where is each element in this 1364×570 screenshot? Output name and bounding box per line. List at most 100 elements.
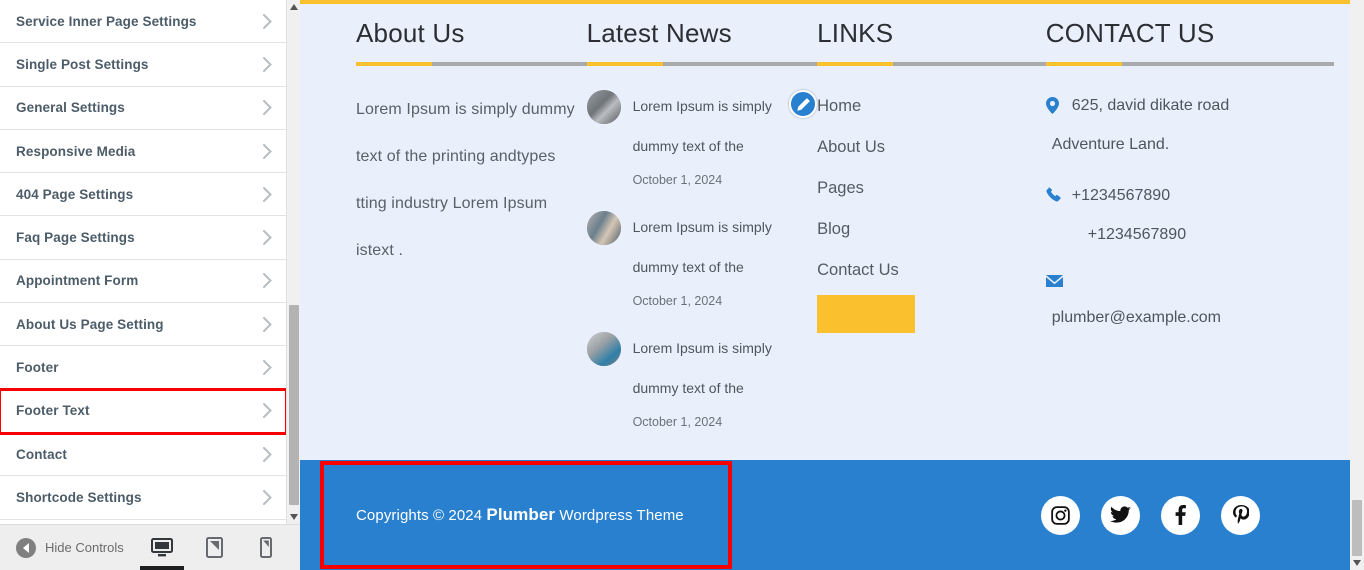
widget-links: LINKS Home About Us Pages Blog Contact Us <box>789 4 1046 456</box>
chevron-right-icon <box>263 13 272 29</box>
sidebar-scrollbar[interactable] <box>286 0 300 524</box>
sidebar-item-label: Single Post Settings <box>16 56 149 72</box>
site-preview-pane: About Us Lorem Ipsum is simply dummy tex… <box>300 0 1364 570</box>
about-us-body: Lorem Ipsum is simply dummy text of the … <box>356 101 575 259</box>
chevron-right-icon <box>263 403 272 419</box>
hide-controls-button[interactable]: Hide Controls <box>16 537 124 558</box>
footer-preview: About Us Lorem Ipsum is simply dummy tex… <box>300 0 1350 570</box>
hide-controls-label: Hide Controls <box>45 540 124 555</box>
map-pin-icon <box>1045 97 1059 114</box>
copyright-prefix: Copyrights © 2024 <box>356 507 487 524</box>
scroll-down-arrow-icon[interactable] <box>287 510 301 524</box>
sidebar-item-footer[interactable]: Footer <box>0 346 286 390</box>
news-item-title: Lorem Ipsum is simply dummy text of the <box>632 98 772 154</box>
mobile-icon[interactable] <box>252 525 280 570</box>
contact-phone-text-1: +1234567890 <box>1071 187 1171 204</box>
widget-rule-contact-us <box>1045 62 1334 66</box>
sidebar-item-responsive-media[interactable]: Responsive Media <box>0 129 286 174</box>
footer-link-about-us[interactable]: About Us <box>817 127 1046 168</box>
preview-scrollbar[interactable] <box>1350 0 1364 570</box>
footer-widgets: About Us Lorem Ipsum is simply dummy tex… <box>300 4 1350 456</box>
sidebar-item-404-page-settings[interactable]: 404 Page Settings <box>0 173 286 217</box>
copyright-brand: Plumber <box>486 505 556 524</box>
widget-about-us: About Us Lorem Ipsum is simply dummy tex… <box>356 4 587 456</box>
contact-phone-2: +1234567890 <box>1046 215 1334 254</box>
links-yellow-block[interactable] <box>817 295 916 333</box>
news-thumbnail-image <box>586 211 621 245</box>
chevron-right-icon <box>263 273 272 289</box>
footer-copyright-bar: Copyrights © 2024 Plumber Wordpress Them… <box>300 460 1350 570</box>
footer-link-label: Pages <box>817 179 864 197</box>
bottom-control-bar: Hide Controls <box>0 524 300 570</box>
preview-scroll-thumb[interactable] <box>1352 500 1362 556</box>
news-item-body: Lorem Ipsum is simply dummy text of the O… <box>633 207 818 315</box>
sidebar-item-label: Shortcode Settings <box>16 489 142 505</box>
widget-rule-latest-news <box>586 62 818 66</box>
twitter-icon[interactable] <box>1101 495 1140 535</box>
chevron-left-icon <box>16 537 36 558</box>
news-item[interactable]: Lorem Ipsum is simply dummy text of the O… <box>586 328 818 436</box>
pinterest-icon[interactable] <box>1221 495 1260 535</box>
chevron-right-icon <box>263 446 272 462</box>
footer-link-blog[interactable]: Blog <box>817 209 1046 250</box>
links-list: Home About Us Pages Blog Contact Us <box>789 86 1046 291</box>
sidebar-scroll-thumb[interactable] <box>289 305 299 505</box>
news-item[interactable]: Lorem Ipsum is simply dummy text of the O… <box>586 86 818 194</box>
contact-address-text-2: Adventure Land. <box>1051 136 1170 153</box>
news-item-title: Lorem Ipsum is simply dummy text of the <box>632 340 772 396</box>
facebook-icon[interactable] <box>1161 495 1200 535</box>
sidebar-item-shortcode-settings[interactable]: Shortcode Settings <box>0 476 286 520</box>
sidebar-item-label: About Us Page Setting <box>16 316 164 332</box>
footer-link-home[interactable]: Home <box>789 86 1046 127</box>
news-item[interactable]: Lorem Ipsum is simply dummy text of the O… <box>586 207 818 315</box>
footer-link-label: Home <box>817 97 862 115</box>
copyright-suffix: Wordpress Theme <box>555 507 684 524</box>
sidebar-item-footer-text[interactable]: Footer Text <box>0 387 286 435</box>
contact-email-icon-row <box>1045 268 1334 298</box>
desktop-icon[interactable] <box>140 525 184 570</box>
sidebar-item-label: Contact <box>16 446 67 462</box>
chevron-right-icon <box>263 489 272 505</box>
sidebar-item-label: Footer <box>16 360 59 376</box>
widget-title-latest-news: Latest News <box>586 18 732 48</box>
chevron-right-icon <box>263 56 272 72</box>
sidebar-item-label: General Settings <box>16 100 125 116</box>
phone-icon <box>1046 187 1061 202</box>
sidebar-item-label: Service Inner Page Settings <box>16 13 197 29</box>
contact-address-line-1: 625, david dikate road <box>1045 86 1334 125</box>
tablet-icon[interactable] <box>200 525 228 570</box>
footer-link-contact-us[interactable]: Contact Us <box>817 250 1046 291</box>
sidebar-item-label: Footer Text <box>16 403 90 419</box>
contact-phone-text-2: +1234567890 <box>1087 226 1187 243</box>
contact-email-text: plumber@example.com <box>1051 309 1221 326</box>
scroll-up-arrow-icon[interactable] <box>287 0 301 14</box>
envelope-icon <box>1045 274 1063 287</box>
edit-pencil-icon[interactable] <box>789 90 818 118</box>
scroll-down-arrow-icon[interactable] <box>1350 556 1364 570</box>
sidebar-item-contact[interactable]: Contact <box>0 432 286 477</box>
instagram-icon[interactable] <box>1041 495 1080 535</box>
chevron-right-icon <box>263 100 272 116</box>
contact-email[interactable]: plumber@example.com <box>1046 298 1334 337</box>
sidebar-item-about-us-page-setting[interactable]: About Us Page Setting <box>0 303 286 347</box>
widget-rule-links <box>817 62 1046 66</box>
sidebar-item-general-settings[interactable]: General Settings <box>0 86 286 130</box>
news-thumbnail-image <box>586 332 621 366</box>
news-item-date: October 1, 2024 <box>632 415 723 429</box>
news-thumbnail-image <box>586 90 621 124</box>
sidebar-item-appointment-form[interactable]: Appointment Form <box>0 259 286 304</box>
sidebar-item-single-post-settings[interactable]: Single Post Settings <box>0 43 286 87</box>
footer-link-pages[interactable]: Pages <box>817 168 1046 209</box>
widget-title-about-us: About Us <box>356 18 465 48</box>
sidebar-item-label: 404 Page Settings <box>16 186 134 202</box>
widget-title-contact-us: CONTACT US <box>1045 18 1215 48</box>
widget-title-links: LINKS <box>817 18 894 48</box>
customizer-sidebar: Service Inner Page Settings Single Post S… <box>0 0 300 570</box>
news-item-body: Lorem Ipsum is simply dummy text of the O… <box>633 328 818 436</box>
sidebar-item-service-inner-page-settings[interactable]: Service Inner Page Settings <box>0 0 286 44</box>
news-item-title: Lorem Ipsum is simply dummy text of the <box>632 219 772 275</box>
latest-news-list: Lorem Ipsum is simply dummy text of the O… <box>586 86 818 436</box>
copyright-highlight-box[interactable]: Copyrights © 2024 Plumber Wordpress Them… <box>320 461 732 569</box>
sidebar-item-faq-page-settings[interactable]: Faq Page Settings <box>0 216 286 260</box>
footer-link-label: Contact Us <box>817 261 899 279</box>
